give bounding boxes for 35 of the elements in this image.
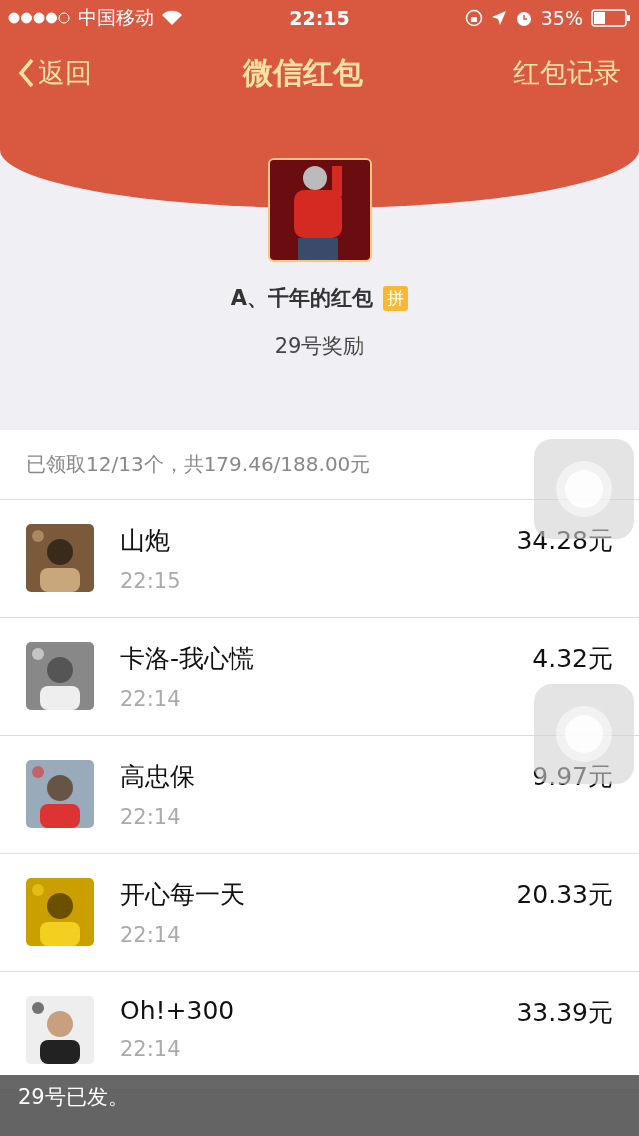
amount: 9.97元 — [532, 761, 613, 793]
amount: 34.28元 — [516, 525, 613, 557]
amount: 20.33元 — [516, 879, 613, 911]
rotation-lock-icon — [464, 9, 483, 27]
receive-time: 22:14 — [120, 1037, 182, 1061]
receive-time: 22:15 — [120, 569, 182, 593]
receiver-name: 开心每一天 — [120, 879, 246, 911]
receive-time: 22:14 — [120, 923, 182, 947]
battery-icon — [591, 9, 631, 27]
record-row[interactable]: 山炮 22:15 34.28元 — [0, 500, 639, 618]
packet-message: 29号奖励 — [274, 333, 365, 360]
chevron-left-icon — [18, 58, 34, 88]
group-tag: 拼 — [383, 285, 409, 311]
location-icon — [490, 10, 507, 26]
sender-name: A、千年的红包 — [230, 285, 374, 312]
amount: 33.39元 — [516, 997, 613, 1029]
wifi-icon — [162, 10, 182, 26]
receiver-name: 卡洛-我心慌 — [120, 643, 256, 675]
amount: 4.32元 — [532, 643, 613, 675]
receiver-name: 山炮 — [120, 525, 171, 557]
record-row[interactable]: 高忠保 22:14 9.97元 — [0, 736, 639, 854]
alarm-icon — [514, 9, 533, 27]
receiver-name: 高忠保 — [120, 761, 196, 793]
battery-percent: 35% — [540, 7, 583, 29]
receive-time: 22:14 — [120, 687, 182, 711]
receive-time: 22:14 — [120, 805, 182, 829]
signal-icon — [8, 12, 70, 24]
record-row[interactable]: 卡洛-我心慌 22:14 4.32元 — [0, 618, 639, 736]
page-title: 微信红包 — [242, 53, 363, 92]
receiver-name: Oh!+300 — [120, 996, 236, 1025]
clock-time: 22:15 — [289, 7, 350, 29]
circle-icon — [554, 704, 614, 764]
carrier-name: 中国移动 — [78, 5, 154, 30]
record-row[interactable]: 开心每一天 22:14 20.33元 — [0, 854, 639, 972]
claim-summary: 已领取12/13个，共179.46/188.00元 — [26, 451, 371, 478]
